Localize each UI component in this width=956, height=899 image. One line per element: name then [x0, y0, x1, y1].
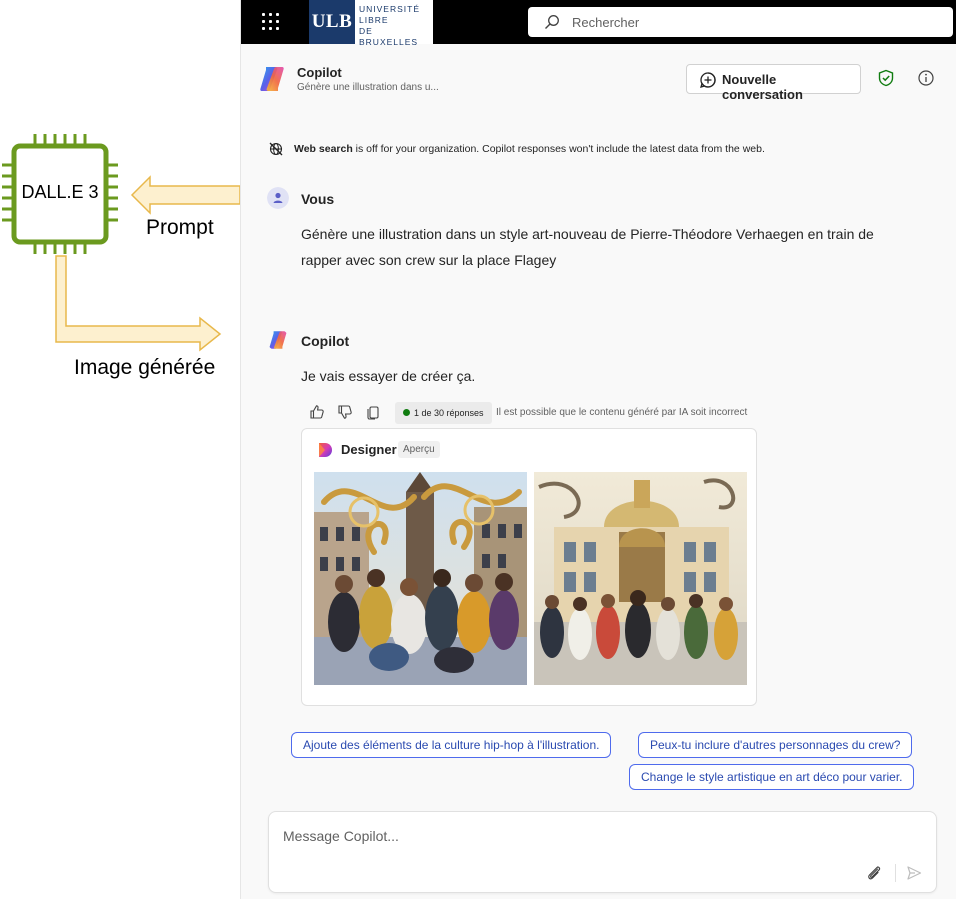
prompt-arrow	[130, 175, 240, 215]
copilot-avatar-icon	[269, 331, 287, 349]
user-author: Vous	[301, 191, 335, 207]
thumbs-up-icon[interactable]	[309, 404, 325, 420]
user-message-line2: rapper avec son crew sur la place Flagey	[301, 252, 557, 268]
message-input[interactable]: Message Copilot...	[283, 828, 399, 844]
designer-title: Designer	[341, 442, 397, 457]
user-avatar	[267, 187, 289, 209]
suggestion-chip-1[interactable]: Ajoute des éléments de la culture hip-ho…	[291, 732, 612, 758]
university-logo[interactable]: ULB UNIVERSITÉ LIBRE DE BRUXELLES	[309, 0, 433, 47]
suggestion-chip-3[interactable]: Change le style artistique en art déco p…	[629, 764, 915, 790]
thumbs-down-icon[interactable]	[337, 404, 353, 420]
image-arrow	[55, 255, 222, 352]
info-icon[interactable]	[917, 69, 935, 87]
new-conversation-button[interactable]: Nouvelle conversation	[686, 64, 861, 102]
annotation-diagram: DALL.E 3 Prompt Image générée	[0, 0, 240, 899]
copilot-app: ULB UNIVERSITÉ LIBRE DE BRUXELLES Recher…	[240, 0, 956, 899]
response-actions: 1 de 30 réponses Il est possible que le …	[307, 402, 787, 424]
chat-header: Copilot Génère une illustration dans u..…	[241, 44, 956, 108]
preview-badge: Aperçu	[398, 441, 440, 458]
search-icon	[545, 15, 559, 29]
search-input[interactable]: Rechercher	[572, 15, 639, 30]
message-composer[interactable]: Message Copilot...	[268, 811, 937, 893]
attach-icon[interactable]	[865, 864, 883, 882]
new-conversation-label: Nouvelle conversation	[722, 72, 803, 102]
globe-off-icon	[269, 142, 283, 156]
notice-body: is off for your organization. Copilot re…	[352, 143, 765, 155]
generated-image-1[interactable]	[314, 472, 527, 685]
user-message: Génère une illustration dans un style ar…	[301, 221, 874, 273]
designer-logo-icon	[319, 443, 332, 457]
response-count-badge: 1 de 30 réponses	[395, 402, 492, 424]
generated-image-label: Image générée	[74, 356, 216, 379]
ai-disclaimer: Il est possible que le contenu généré pa…	[496, 407, 748, 418]
ulb-abbr: ULB	[309, 0, 355, 44]
copilot-logo-icon	[260, 67, 284, 91]
diagram-graphics	[2, 134, 240, 352]
notice-bold: Web search	[294, 143, 353, 155]
designer-card: Designer Aperçu	[301, 428, 757, 706]
send-icon[interactable]	[906, 865, 922, 881]
new-chat-icon	[700, 72, 716, 88]
web-search-notice: Web search is off for your organization.…	[269, 141, 929, 159]
chat-title: Copilot	[297, 65, 342, 80]
chip-label: DALL.E 3	[21, 182, 99, 202]
top-bar: ULB UNIVERSITÉ LIBRE DE BRUXELLES Recher…	[241, 0, 956, 47]
copilot-author: Copilot	[301, 333, 350, 349]
shield-check-icon[interactable]	[877, 69, 895, 87]
search-box[interactable]: Rechercher	[528, 7, 953, 37]
status-dot	[403, 409, 410, 417]
prompt-label: Prompt	[146, 216, 214, 239]
suggestion-chip-2[interactable]: Peux-tu inclure d'autres personnages du …	[638, 732, 913, 758]
generated-image-2[interactable]	[534, 472, 747, 685]
waffle-icon[interactable]	[261, 12, 281, 32]
response-count: 1 de 30 réponses	[414, 408, 484, 418]
chat-subtitle: Génère une illustration dans u...	[297, 82, 439, 93]
user-message-line1: Génère une illustration dans un style ar…	[301, 226, 874, 242]
web-search-notice-text: Web search is off for your organization.…	[294, 143, 765, 155]
ulb-line1: UNIVERSITÉ	[359, 4, 421, 14]
ulb-line2: LIBRE	[359, 15, 389, 25]
copilot-message: Je vais essayer de créer ça.	[301, 368, 476, 384]
ulb-name: UNIVERSITÉ LIBRE DE BRUXELLES	[359, 4, 433, 48]
composer-divider	[895, 864, 896, 882]
copy-icon[interactable]	[365, 404, 381, 420]
